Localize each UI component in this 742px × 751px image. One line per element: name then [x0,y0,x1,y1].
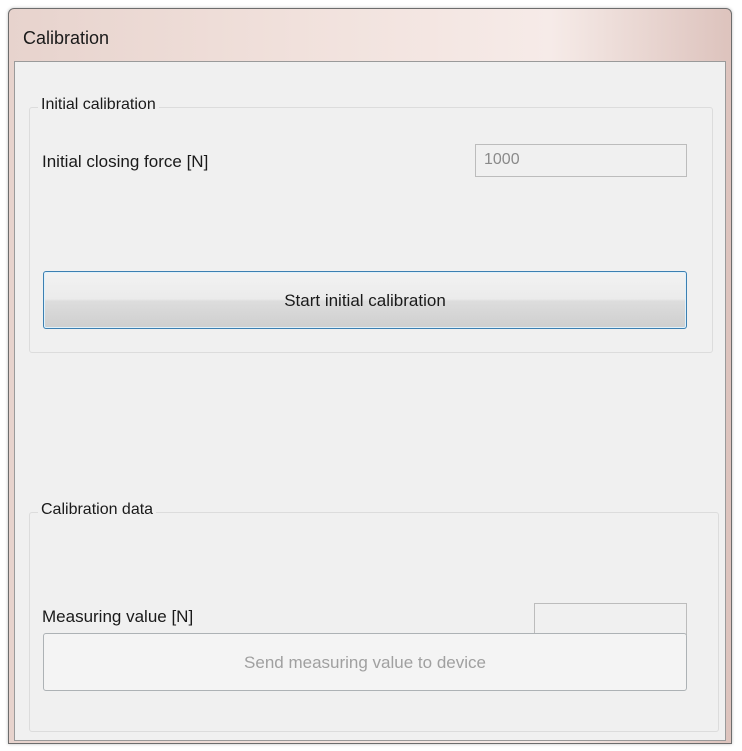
initial-calibration-group-title: Initial calibration [38,96,159,114]
title-bar[interactable]: Calibration [9,9,731,61]
send-measuring-value-label: Send measuring value to device [244,653,486,672]
window-title: Calibration [23,28,110,48]
measuring-value-label: Measuring value [N] [42,607,194,626]
start-initial-calibration-button[interactable]: Start initial calibration [43,271,687,329]
dialog-client-area: Initial calibration Initial closing forc… [14,61,726,741]
calibration-data-group-title: Calibration data [38,501,157,519]
initial-closing-force-field[interactable]: 1000 [475,144,687,177]
send-measuring-value-button[interactable]: Send measuring value to device [43,633,687,691]
calibration-window: Calibration Initial calibration Initial … [8,8,732,744]
measuring-value-field[interactable] [534,603,687,635]
initial-closing-force-label: Initial closing force [N] [42,152,209,171]
start-initial-calibration-label: Start initial calibration [284,291,446,310]
